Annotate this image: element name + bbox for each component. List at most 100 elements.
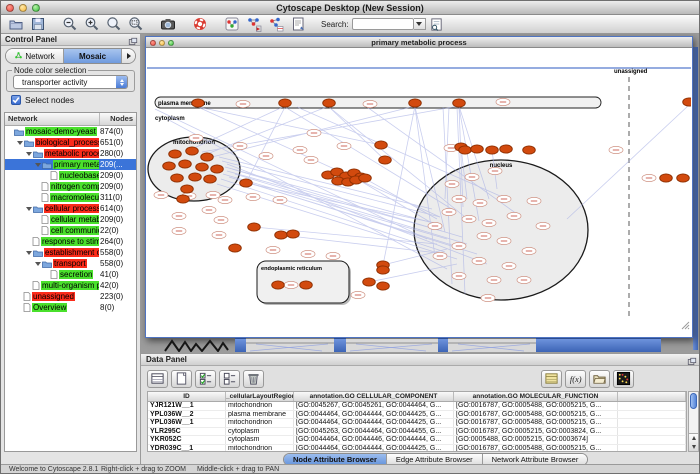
background-window-pane[interactable] xyxy=(346,338,438,352)
network-node-unselected[interactable] xyxy=(172,227,186,234)
search-input[interactable] xyxy=(352,18,414,30)
network-node-transporter[interactable] xyxy=(409,99,422,107)
network-node-unselected[interactable] xyxy=(482,219,496,226)
frame-minimize-icon[interactable] xyxy=(159,40,165,46)
tree-row-primary-metabo[interactable]: primary metabo209(... xyxy=(5,159,136,170)
network-node-transporter[interactable] xyxy=(186,147,199,155)
background-window-blue[interactable] xyxy=(235,338,246,352)
network-node-unselected[interactable] xyxy=(642,174,656,181)
tree-row-biological-process[interactable]: biological_process651(0) xyxy=(5,137,136,148)
zoom-out-button[interactable] xyxy=(59,16,80,33)
network-node-transporter[interactable] xyxy=(163,162,176,170)
background-window-blue[interactable] xyxy=(334,338,346,352)
tree-row-transport[interactable]: transport558(0) xyxy=(5,258,136,269)
network-node-transporter[interactable] xyxy=(169,150,182,158)
zoom-fit-button[interactable] xyxy=(103,16,124,33)
node-color-dropdown[interactable]: transporter activity xyxy=(13,75,128,89)
network-node-unselected[interactable] xyxy=(481,294,495,301)
network-node-transporter[interactable] xyxy=(377,266,390,274)
network-node-transporter[interactable] xyxy=(379,156,392,164)
advanced-search-button[interactable] xyxy=(426,16,447,33)
annotation-button[interactable] xyxy=(287,16,308,33)
network-node-unselected[interactable] xyxy=(487,276,501,283)
network-node-unselected[interactable] xyxy=(206,191,220,198)
network-node-unselected[interactable] xyxy=(507,212,521,219)
network-node-transporter[interactable] xyxy=(363,278,376,286)
network-node-transporter[interactable] xyxy=(683,98,691,106)
frame-zoom-icon[interactable] xyxy=(168,40,174,46)
column-header[interactable]: annotation.GO MOLECULAR_FUNCTION xyxy=(454,392,618,401)
network-node-unselected[interactable] xyxy=(536,222,550,229)
help-button[interactable] xyxy=(189,16,210,33)
expander-icon[interactable] xyxy=(17,141,23,145)
column-header-network[interactable]: Network xyxy=(5,113,99,125)
network-node-transporter[interactable] xyxy=(196,163,209,171)
formula-button[interactable]: f(x) xyxy=(565,370,586,388)
network-edge[interactable] xyxy=(198,107,381,145)
matrix-browser-button[interactable] xyxy=(613,370,634,388)
network-node-unselected[interactable] xyxy=(477,232,491,239)
network-node-transporter[interactable] xyxy=(453,99,466,107)
network-canvas[interactable]: plasma membranecytoplasmmitochondrionnuc… xyxy=(147,49,691,336)
network-node-transporter[interactable] xyxy=(523,146,536,154)
attribute-table-button[interactable] xyxy=(541,370,562,388)
tab-network[interactable]: Network xyxy=(6,49,64,63)
scrollbar-arrows[interactable] xyxy=(689,433,698,451)
network-node-unselected[interactable] xyxy=(433,252,447,259)
network-edge[interactable] xyxy=(567,105,689,219)
float-panel-button[interactable] xyxy=(127,35,138,45)
network-node-unselected[interactable] xyxy=(246,193,260,200)
network-node-unselected[interactable] xyxy=(351,291,365,298)
network-node-transporter[interactable] xyxy=(500,145,513,153)
scroll-up-icon[interactable] xyxy=(692,436,696,440)
unchecked-list-button[interactable] xyxy=(219,370,240,388)
background-window-blue[interactable] xyxy=(536,338,661,352)
background-window-blue[interactable] xyxy=(438,338,448,352)
import-network-button[interactable] xyxy=(243,16,264,33)
network-node-unselected[interactable] xyxy=(465,173,479,180)
tree-row-cellular-process[interactable]: cellular process614(0) xyxy=(5,203,136,214)
network-node-transporter[interactable] xyxy=(375,141,388,149)
network-node-unselected[interactable] xyxy=(293,146,307,153)
open-button[interactable] xyxy=(5,16,26,33)
vizmapper-button[interactable] xyxy=(221,16,242,33)
zoom-window-icon[interactable] xyxy=(32,4,40,12)
table-scrollbar[interactable] xyxy=(688,391,699,452)
network-node-transporter[interactable] xyxy=(377,282,390,290)
network-node-transporter[interactable] xyxy=(287,230,300,238)
tree-row-metabolic-process[interactable]: metabolic process280(0) xyxy=(5,148,136,159)
network-node-transporter[interactable] xyxy=(189,173,202,181)
table-row-ylr295c[interactable]: YLR295Ccytoplasm[GO:0045263, GO:0044464,… xyxy=(148,428,686,437)
column-header-nodes[interactable]: Nodes xyxy=(99,113,136,125)
network-node-unselected[interactable] xyxy=(218,196,232,203)
delete-attribute-button[interactable] xyxy=(243,370,264,388)
network-node-unselected[interactable] xyxy=(428,222,442,229)
network-node-transporter[interactable] xyxy=(486,146,499,154)
region-plasma-membrane[interactable] xyxy=(155,97,601,108)
network-node-unselected[interactable] xyxy=(452,242,466,249)
tree-row-cellular-metabo[interactable]: cellular metabo209(0) xyxy=(5,214,136,225)
network-node-unselected[interactable] xyxy=(307,129,321,136)
network-node-unselected[interactable] xyxy=(172,212,186,219)
expander-icon[interactable] xyxy=(26,251,32,255)
network-node-transporter[interactable] xyxy=(279,99,292,107)
column-header[interactable] xyxy=(618,392,686,401)
network-node-unselected[interactable] xyxy=(304,156,318,163)
tree-row-macromolecule[interactable]: macromolecule311(0) xyxy=(5,192,136,203)
network-node-unselected[interactable] xyxy=(497,237,511,244)
tab-scroll-right-button[interactable] xyxy=(122,49,135,63)
network-graph[interactable]: plasma membranecytoplasmmitochondrionnuc… xyxy=(147,63,691,325)
search-dropdown-button[interactable] xyxy=(414,18,426,30)
table-row-yjr121w__1[interactable]: YJR121W__1mitochondrion[GO:0045267, GO:0… xyxy=(148,402,686,411)
network-node-unselected[interactable] xyxy=(445,180,459,187)
network-node-unselected[interactable] xyxy=(502,262,516,269)
expander-icon[interactable] xyxy=(26,207,32,211)
network-node-transporter[interactable] xyxy=(177,195,190,203)
background-window-pane[interactable] xyxy=(448,338,536,352)
window-titlebar[interactable]: Cytoscape Desktop (New Session) xyxy=(1,1,699,15)
network-frame-titlebar[interactable]: primary metabolic process xyxy=(146,37,692,48)
network-node-unselected[interactable] xyxy=(266,246,280,253)
network-view-frame[interactable]: primary metabolic process plasma membran… xyxy=(145,36,693,338)
network-node-transporter[interactable] xyxy=(275,231,288,239)
table-row-ypl036w__1[interactable]: YPL036W__1mitochondrion[GO:0044464, GO:0… xyxy=(148,419,686,428)
